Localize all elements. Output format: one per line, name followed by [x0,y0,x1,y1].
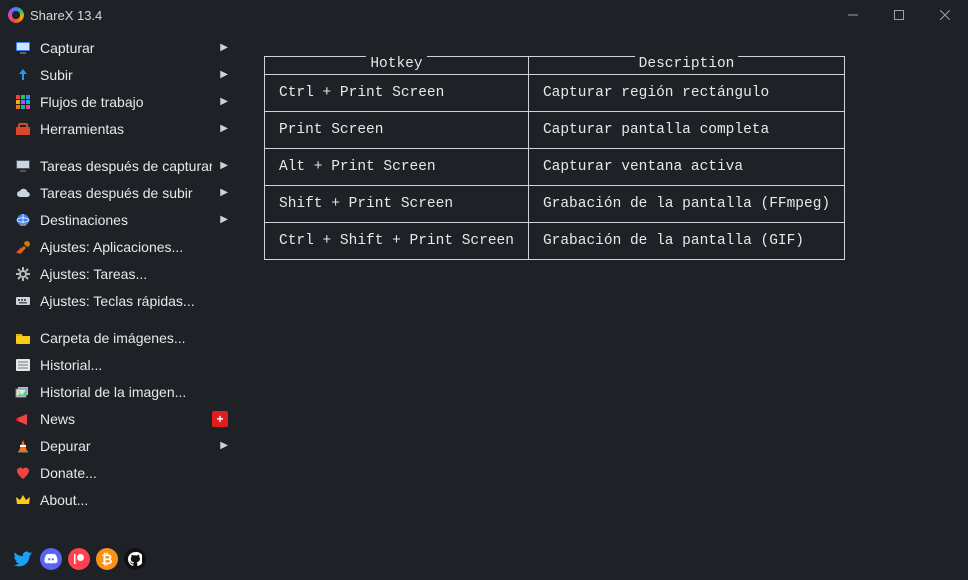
keyboard-icon [14,292,32,310]
sidebar-item-app-settings[interactable]: Ajustes: Aplicaciones... [0,233,238,260]
bitcoin-icon[interactable]: ₿ [96,548,118,570]
sidebar-item-label: Ajustes: Aplicaciones... [40,239,228,255]
monitor-small-icon [14,157,32,175]
window-buttons [830,0,968,30]
titlebar: ShareX 13.4 [0,0,968,30]
sidebar-item-destinations[interactable]: Destinaciones ▶ [0,206,238,233]
hotkey-cell: Shift + Print Screen [265,186,529,223]
upload-icon [14,66,32,84]
sidebar-item-img-folder[interactable]: Carpeta de imágenes... [0,324,238,351]
sidebar-item-img-history[interactable]: Historial de la imagen... [0,378,238,405]
submenu-arrow-icon: ▶ [220,187,228,198]
hotkey-description-cell: Capturar ventana activa [528,149,844,186]
sidebar-item-after-capture[interactable]: Tareas después de capturar ▶ [0,152,238,179]
megaphone-icon [14,410,32,428]
news-badge: + [212,411,228,427]
hotkey-description-cell: Grabación de la pantalla (FFmpeg) [528,186,844,223]
sidebar-item-label: Destinaciones [40,212,212,228]
hotkey-row: Print ScreenCapturar pantalla completa [265,112,845,149]
images-icon [14,383,32,401]
wrench-icon [14,238,32,256]
hotkey-header-cell: Hotkey [265,57,529,75]
hotkey-row: Alt + Print ScreenCapturar ventana activ… [265,149,845,186]
github-icon[interactable] [124,548,146,570]
hotkey-description-cell: Grabación de la pantalla (GIF) [528,223,844,260]
sidebar-item-task-settings[interactable]: Ajustes: Tareas... [0,260,238,287]
description-header-cell: Description [528,57,844,75]
sidebar-item-label: Tareas después de subir [40,185,212,201]
hotkey-row: Ctrl + Shift + Print ScreenGrabación de … [265,223,845,260]
sidebar: Capturar▶Subir▶Flujos de trabajo▶Herrami… [0,30,238,580]
sidebar-item-hotkey-settings[interactable]: Ajustes: Teclas rápidas... [0,287,238,314]
patreon-icon[interactable] [68,548,90,570]
sidebar-item-workflows[interactable]: Flujos de trabajo ▶ [0,88,238,115]
hotkey-table: Hotkey Description Ctrl + Print ScreenCa… [264,56,845,260]
submenu-arrow-icon: ▶ [220,440,228,451]
sidebar-item-after-upload[interactable]: Tareas después de subir ▶ [0,179,238,206]
gear-icon [14,265,32,283]
hotkey-cell: Ctrl + Shift + Print Screen [265,223,529,260]
minimize-button[interactable] [830,0,876,30]
globe-icon [14,211,32,229]
sidebar-item-label: Carpeta de imágenes... [40,330,228,346]
sidebar-item-label: Subir [40,67,212,83]
content-area: Hotkey Description Ctrl + Print ScreenCa… [238,30,968,580]
sidebar-item-label: Herramientas [40,121,212,137]
maximize-button[interactable] [876,0,922,30]
submenu-arrow-icon: ▶ [220,160,228,171]
sidebar-item-donate[interactable]: Donate... [0,459,238,486]
sidebar-item-tools[interactable]: Herramientas ▶ [0,115,238,142]
crown-icon [14,491,32,509]
monitor-icon [14,39,32,57]
heart-icon [14,464,32,482]
hotkey-cell: Print Screen [265,112,529,149]
list-icon [14,356,32,374]
sidebar-item-label: Depurar [40,438,212,454]
sidebar-item-debug[interactable]: Depurar ▶ [0,432,238,459]
sidebar-item-label: News [40,411,204,427]
sidebar-item-label: Flujos de trabajo [40,94,212,110]
discord-icon[interactable] [40,548,62,570]
cone-icon [14,437,32,455]
sidebar-item-label: Capturar [40,40,212,56]
hotkey-row: Ctrl + Print ScreenCapturar región rectá… [265,75,845,112]
title-area: ShareX 13.4 [8,7,830,23]
submenu-arrow-icon: ▶ [220,42,228,53]
cloud-icon [14,184,32,202]
hotkey-header-label: Hotkey [366,56,426,72]
submenu-arrow-icon: ▶ [220,69,228,80]
sidebar-item-about[interactable]: About... [0,486,238,513]
toolbox-icon [14,120,32,138]
hotkey-cell: Ctrl + Print Screen [265,75,529,112]
sidebar-spacer [0,142,238,152]
sidebar-item-label: Ajustes: Tareas... [40,266,228,282]
close-button[interactable] [922,0,968,30]
sidebar-item-label: About... [40,492,228,508]
sidebar-item-capture[interactable]: Capturar ▶ [0,34,238,61]
submenu-arrow-icon: ▶ [220,96,228,107]
sidebar-item-label: Historial de la imagen... [40,384,228,400]
submenu-arrow-icon: ▶ [220,214,228,225]
hotkey-description-cell: Capturar pantalla completa [528,112,844,149]
sidebar-item-news[interactable]: News + [0,405,238,432]
sidebar-item-label: Tareas después de capturar [40,158,212,174]
grid-icon [14,93,32,111]
folder-icon [14,329,32,347]
submenu-arrow-icon: ▶ [220,123,228,134]
sidebar-item-label: Ajustes: Teclas rápidas... [40,293,228,309]
sharex-logo-icon [8,7,24,23]
window-title: ShareX 13.4 [30,8,102,23]
sidebar-item-label: Historial... [40,357,228,373]
hotkey-row: Shift + Print ScreenGrabación de la pant… [265,186,845,223]
hotkey-description-cell: Capturar región rectángulo [528,75,844,112]
social-row: ₿ [12,548,146,570]
description-header-label: Description [635,56,739,72]
sidebar-item-upload[interactable]: Subir ▶ [0,61,238,88]
sidebar-item-history[interactable]: Historial... [0,351,238,378]
sidebar-spacer [0,314,238,324]
sidebar-item-label: Donate... [40,465,228,481]
hotkey-cell: Alt + Print Screen [265,149,529,186]
twitter-icon[interactable] [12,548,34,570]
